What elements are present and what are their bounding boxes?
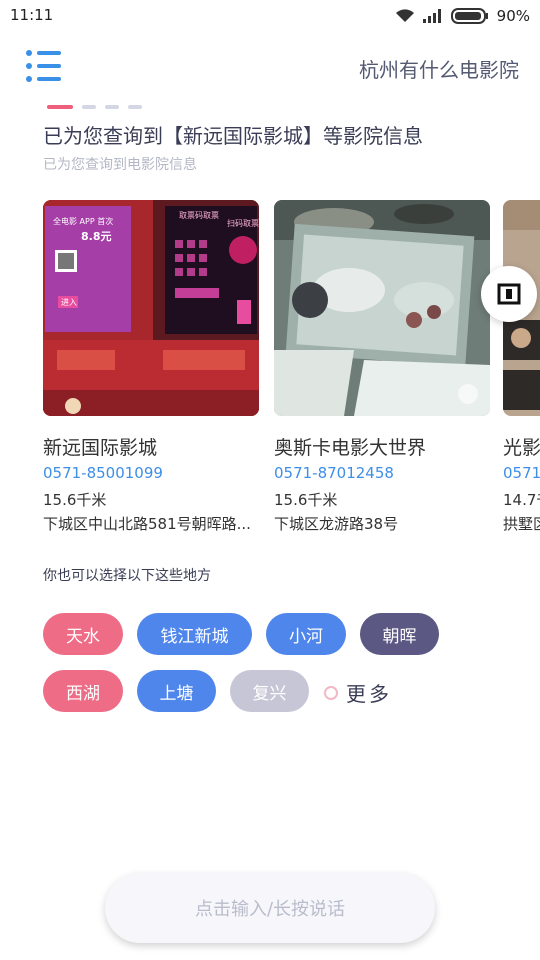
result-subtitle: 已为您查询到电影院信息: [43, 157, 197, 173]
expand-icon: [497, 283, 521, 305]
more-label: 更多: [346, 682, 392, 706]
photo-promo-price: 8.8元: [81, 230, 112, 243]
signal-icon: [422, 9, 441, 23]
cinema-phone[interactable]: 0571-85001099: [43, 464, 163, 482]
loading-circle-icon: [324, 685, 338, 700]
photo-kiosk-right: 扫码取票: [227, 219, 259, 228]
place-chip[interactable]: 西湖: [43, 670, 123, 712]
cinema-name[interactable]: 新远国际影城: [43, 433, 157, 460]
cinema-name[interactable]: 光影: [503, 433, 540, 460]
status-bar: 11:11 90%: [0, 0, 540, 34]
battery-level: 90%: [496, 7, 530, 25]
photo-promo-text: 全电影 APP 首次: [53, 217, 114, 226]
cinema-address: 拱墅区: [503, 515, 540, 533]
cinema-distance: 14.7千: [503, 491, 540, 509]
cinema-distance: 15.6千米: [274, 491, 338, 509]
place-chip[interactable]: 钱江新城: [137, 613, 252, 655]
cinema-card[interactable]: 全电影 APP 首次 8.8元 进入 取票码取票 扫码取票 新远国际影城 057…: [43, 200, 259, 533]
wifi-icon: [395, 9, 414, 22]
cinema-phone[interactable]: 0571-87012458: [274, 464, 394, 482]
place-chip[interactable]: 天水: [43, 613, 123, 655]
place-chip[interactable]: 小河: [266, 613, 346, 655]
photo-promo-enter: 进入: [61, 298, 77, 307]
place-chip[interactable]: 朝晖: [360, 613, 439, 655]
result-title: 已为您查询到【新远国际影城】等影院信息: [43, 124, 423, 148]
header: 杭州有什么电影院: [0, 34, 540, 100]
places-label: 你也可以选择以下这些地方: [43, 568, 211, 584]
query-title: 杭州有什么电影院: [359, 58, 519, 82]
status-icons: 90%: [395, 6, 530, 26]
cinema-address: 下城区龙游路38号: [274, 515, 399, 533]
place-chip[interactable]: 上塘: [137, 670, 216, 712]
list-menu-icon: [26, 50, 61, 82]
indicator-dot: [105, 105, 119, 109]
status-time: 11:11: [10, 6, 54, 24]
cinema-photo: 全电影 APP 首次 8.8元 进入 取票码取票 扫码取票: [43, 200, 259, 416]
cinema-carousel[interactable]: 全电影 APP 首次 8.8元 进入 取票码取票 扫码取票 新远国际影城 057…: [43, 200, 540, 540]
cinema-name[interactable]: 奥斯卡电影大世界: [274, 433, 426, 460]
photo-kiosk-title: 取票码取票: [179, 211, 219, 220]
indicator-dot-active: [47, 105, 73, 109]
more-button[interactable]: 更多: [324, 678, 392, 707]
place-chip[interactable]: 复兴: [230, 670, 309, 712]
cinema-card[interactable]: 奥斯卡电影大世界 0571-87012458 15.6千米 下城区龙游路38号: [274, 200, 490, 533]
battery-icon: [450, 8, 488, 24]
indicator-dot: [128, 105, 142, 109]
cinema-phone[interactable]: 0571-: [503, 464, 540, 482]
cinema-address: 下城区中山北路581号朝晖路...: [43, 515, 251, 533]
cinema-distance: 15.6千米: [43, 491, 107, 509]
cinema-photo: [274, 200, 490, 416]
expand-button[interactable]: [481, 266, 537, 322]
input-placeholder: 点击输入/长按说话: [194, 899, 346, 920]
indicator-dot: [82, 105, 96, 109]
voice-input-bar[interactable]: 点击输入/长按说话: [105, 873, 435, 943]
menu-button[interactable]: [25, 49, 63, 83]
